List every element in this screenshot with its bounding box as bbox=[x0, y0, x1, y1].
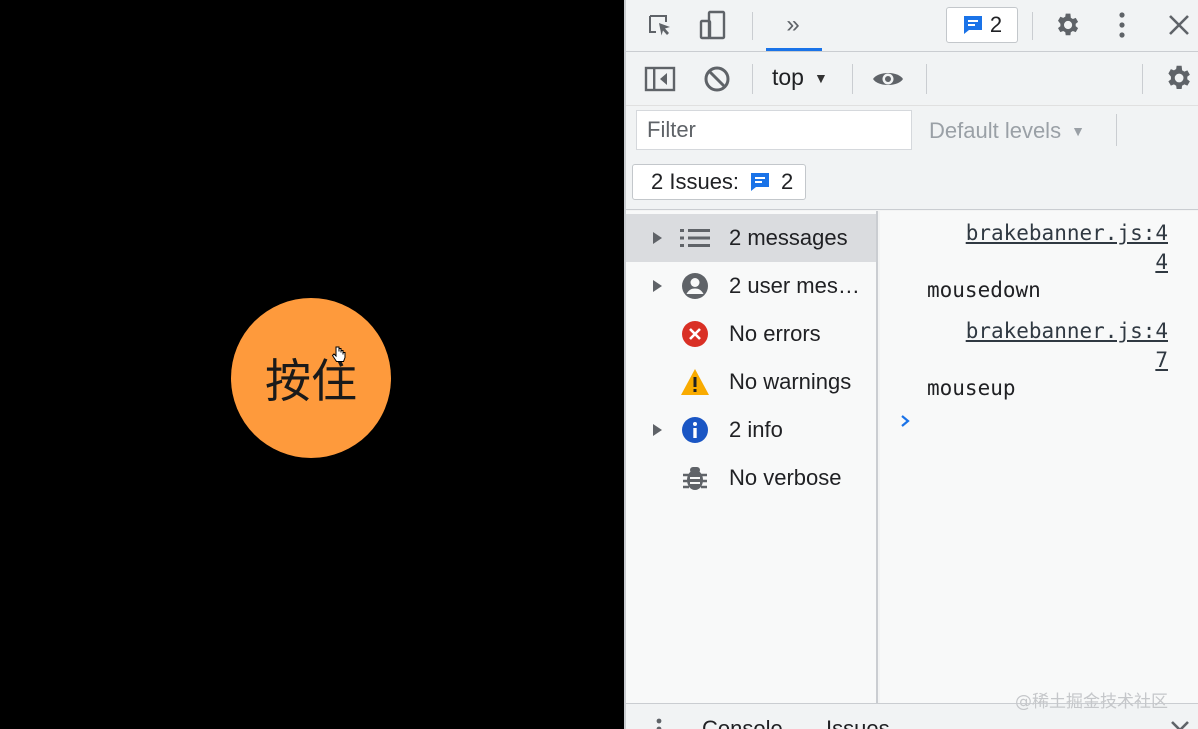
drawer-menu-icon[interactable] bbox=[656, 718, 662, 729]
dropdown-triangle-icon: ▼ bbox=[1071, 123, 1085, 139]
source-link[interactable]: brakebanner.js:4 4 bbox=[966, 219, 1168, 277]
sidebar-item-user-messages[interactable]: 2 user mes… bbox=[626, 262, 876, 310]
user-icon bbox=[680, 271, 710, 301]
more-tabs-icon[interactable]: » bbox=[780, 11, 806, 38]
active-tab-indicator bbox=[766, 48, 822, 51]
issues-counter-button[interactable]: 2 bbox=[946, 7, 1018, 43]
more-options-icon[interactable] bbox=[1112, 10, 1132, 40]
info-icon bbox=[680, 415, 710, 445]
console-sidebar: 2 messages 2 user mes… No errors No warn… bbox=[626, 211, 878, 703]
devtools-topbar: » 2 bbox=[626, 0, 1198, 52]
warning-icon bbox=[680, 367, 710, 397]
message-icon bbox=[751, 173, 770, 191]
devtools-panel: » 2 top ▼ Filter Default levels ▼ 2 Issu… bbox=[624, 0, 1198, 729]
error-icon bbox=[680, 319, 710, 349]
context-selector-label: top bbox=[772, 64, 804, 90]
sidebar-item-label: No errors bbox=[729, 321, 821, 346]
context-selector[interactable]: top ▼ bbox=[772, 64, 828, 91]
drawer-tab-console[interactable]: Console bbox=[702, 716, 783, 729]
log-levels-label: Default levels bbox=[929, 118, 1062, 143]
watermark: @稀土掘金技术社区 bbox=[1015, 692, 1168, 712]
close-drawer-icon[interactable] bbox=[1170, 720, 1190, 729]
sidebar-item-info[interactable]: 2 info bbox=[626, 406, 876, 454]
sidebar-item-errors[interactable]: No errors bbox=[626, 310, 876, 358]
issues-label: 2 Issues: bbox=[651, 169, 740, 194]
page-viewport: 按住 bbox=[0, 0, 624, 729]
inspect-element-icon[interactable] bbox=[646, 12, 674, 40]
filter-bar: Default levels ▼ bbox=[626, 106, 1198, 158]
device-toolbar-icon[interactable] bbox=[698, 10, 728, 40]
source-link-text[interactable]: brakebanner.js:4 bbox=[966, 219, 1168, 248]
hand-cursor-icon bbox=[331, 346, 346, 362]
console-output: brakebanner.js:4 4 mousedown brakebanner… bbox=[880, 211, 1198, 703]
issues-count: 2 bbox=[781, 169, 794, 194]
console-toolbar: top ▼ bbox=[626, 52, 1198, 106]
live-expression-eye-icon[interactable] bbox=[870, 64, 906, 94]
issues-counter-value: 2 bbox=[989, 12, 1003, 37]
sidebar-toggle-icon[interactable] bbox=[644, 64, 676, 94]
close-devtools-icon[interactable] bbox=[1166, 12, 1192, 38]
sidebar-item-messages[interactable]: 2 messages bbox=[626, 214, 876, 262]
console-message: mousedown bbox=[927, 278, 1041, 302]
expand-arrow-icon[interactable] bbox=[650, 279, 664, 293]
sidebar-item-warnings[interactable]: No warnings bbox=[626, 358, 876, 406]
sidebar-item-label: No verbose bbox=[729, 465, 842, 490]
expand-arrow-icon[interactable] bbox=[650, 231, 664, 245]
clear-console-icon[interactable] bbox=[702, 64, 732, 94]
expand-arrow-icon[interactable] bbox=[650, 423, 664, 437]
console-settings-gear-icon[interactable] bbox=[1162, 62, 1194, 94]
list-icon bbox=[680, 223, 710, 253]
console-prompt-chevron-icon[interactable] bbox=[898, 414, 912, 428]
sidebar-item-label: 2 user mes… bbox=[729, 273, 860, 298]
filter-input[interactable] bbox=[636, 110, 912, 150]
sidebar-item-label: 2 info bbox=[729, 417, 783, 442]
source-link-line[interactable]: 4 bbox=[966, 248, 1168, 277]
drawer-tab-issues[interactable]: Issues bbox=[826, 716, 890, 729]
source-link[interactable]: brakebanner.js:4 7 bbox=[966, 317, 1168, 375]
source-link-text[interactable]: brakebanner.js:4 bbox=[966, 317, 1168, 346]
log-levels-dropdown[interactable]: Default levels ▼ bbox=[929, 118, 1085, 144]
dropdown-triangle-icon: ▼ bbox=[813, 69, 828, 86]
issues-button[interactable]: 2 Issues: 2 bbox=[632, 164, 807, 200]
console-message: mouseup bbox=[927, 376, 1016, 400]
message-icon bbox=[963, 16, 982, 34]
settings-gear-icon[interactable] bbox=[1052, 10, 1082, 40]
bug-icon bbox=[680, 463, 710, 493]
sidebar-item-verbose[interactable]: No verbose bbox=[626, 454, 876, 502]
source-link-line[interactable]: 7 bbox=[966, 346, 1168, 375]
sidebar-item-label: 2 messages bbox=[729, 225, 848, 250]
sidebar-item-label: No warnings bbox=[729, 369, 852, 394]
press-button[interactable]: 按住 bbox=[231, 298, 391, 458]
issues-bar: 2 Issues: 2 bbox=[626, 158, 1198, 210]
